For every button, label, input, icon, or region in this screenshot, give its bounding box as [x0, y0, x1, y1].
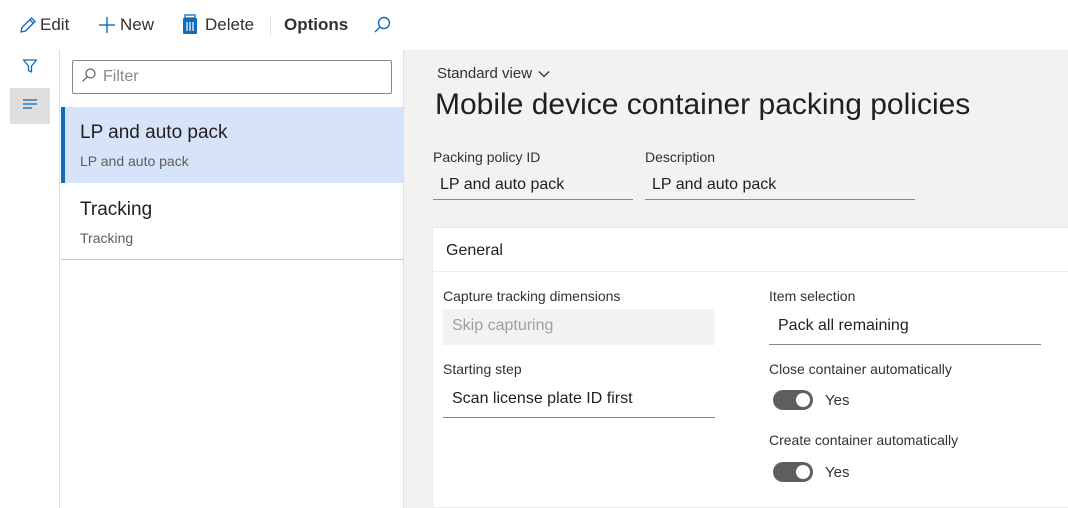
- search-icon: [372, 15, 392, 35]
- starting-step-label: Starting step: [443, 361, 522, 377]
- list-item-subtitle: LP and auto pack: [80, 153, 189, 169]
- chevron-down-icon: [532, 65, 550, 82]
- pencil-icon: [18, 15, 38, 35]
- filter-input[interactable]: [103, 68, 383, 86]
- policy-id-label: Packing policy ID: [433, 149, 541, 165]
- capture-tracking-label: Capture tracking dimensions: [443, 288, 621, 304]
- options-label: Options: [284, 15, 349, 34]
- starting-step-field[interactable]: Scan license plate ID first: [443, 382, 715, 418]
- new-label: New: [120, 15, 155, 34]
- view-label: Standard view: [437, 65, 533, 82]
- list-item-tracking[interactable]: Tracking Tracking: [61, 184, 403, 260]
- item-selection-label: Item selection: [769, 288, 856, 304]
- list-icon: [22, 97, 38, 116]
- policy-id-field[interactable]: LP and auto pack: [433, 170, 633, 200]
- options-button[interactable]: Options: [284, 12, 348, 38]
- list-item-title: LP and auto pack: [80, 122, 228, 143]
- close-container-toggle[interactable]: Yes: [773, 390, 849, 410]
- create-container-value: Yes: [825, 463, 850, 481]
- trash-icon: [181, 14, 199, 36]
- description-label: Description: [645, 149, 716, 165]
- view-selector[interactable]: Standard view: [437, 65, 550, 82]
- close-container-label: Close container automatically: [769, 361, 952, 377]
- toggle-knob: [796, 465, 810, 479]
- item-selection-field[interactable]: Pack all remaining: [769, 309, 1041, 345]
- filter-pane-button[interactable]: [10, 50, 50, 86]
- list-item-subtitle: Tracking: [80, 230, 134, 246]
- details-pane: Standard view Mobile device container pa…: [404, 50, 1068, 508]
- filter-box[interactable]: [72, 60, 392, 94]
- capture-tracking-field: Skip capturing: [443, 309, 715, 345]
- close-container-value: Yes: [825, 391, 850, 409]
- edit-button[interactable]: Edit: [18, 12, 69, 38]
- create-container-toggle[interactable]: Yes: [773, 462, 849, 482]
- toolbar-divider: [270, 16, 271, 36]
- navigation-rail: [0, 50, 60, 508]
- new-button[interactable]: New: [97, 12, 154, 38]
- edit-label: Edit: [40, 15, 70, 34]
- delete-label: Delete: [205, 15, 255, 34]
- list-item-title: Tracking: [80, 199, 153, 220]
- toggle-knob: [796, 393, 810, 407]
- delete-button[interactable]: Delete: [181, 12, 254, 38]
- create-container-label: Create container automatically: [769, 432, 959, 448]
- general-fasttab: General Capture tracking dimensions Skip…: [432, 227, 1068, 508]
- description-field[interactable]: LP and auto pack: [645, 170, 915, 200]
- plus-icon: [97, 15, 117, 35]
- list-pane-button[interactable]: [10, 88, 50, 124]
- list-item-lp-and-auto-pack[interactable]: LP and auto pack LP and auto pack: [61, 107, 403, 183]
- search-button[interactable]: [372, 12, 392, 38]
- action-pane: Edit New Delete Options: [0, 0, 1068, 50]
- page-title: Mobile device container packing policies: [435, 88, 971, 121]
- general-header-label: General: [446, 242, 503, 259]
- general-fasttab-header[interactable]: General: [433, 228, 1068, 272]
- record-list-panel: LP and auto pack LP and auto pack Tracki…: [61, 50, 404, 508]
- filter-icon: [22, 58, 38, 79]
- search-icon: [81, 67, 97, 88]
- toggle-track: [773, 390, 813, 410]
- toggle-track: [773, 462, 813, 482]
